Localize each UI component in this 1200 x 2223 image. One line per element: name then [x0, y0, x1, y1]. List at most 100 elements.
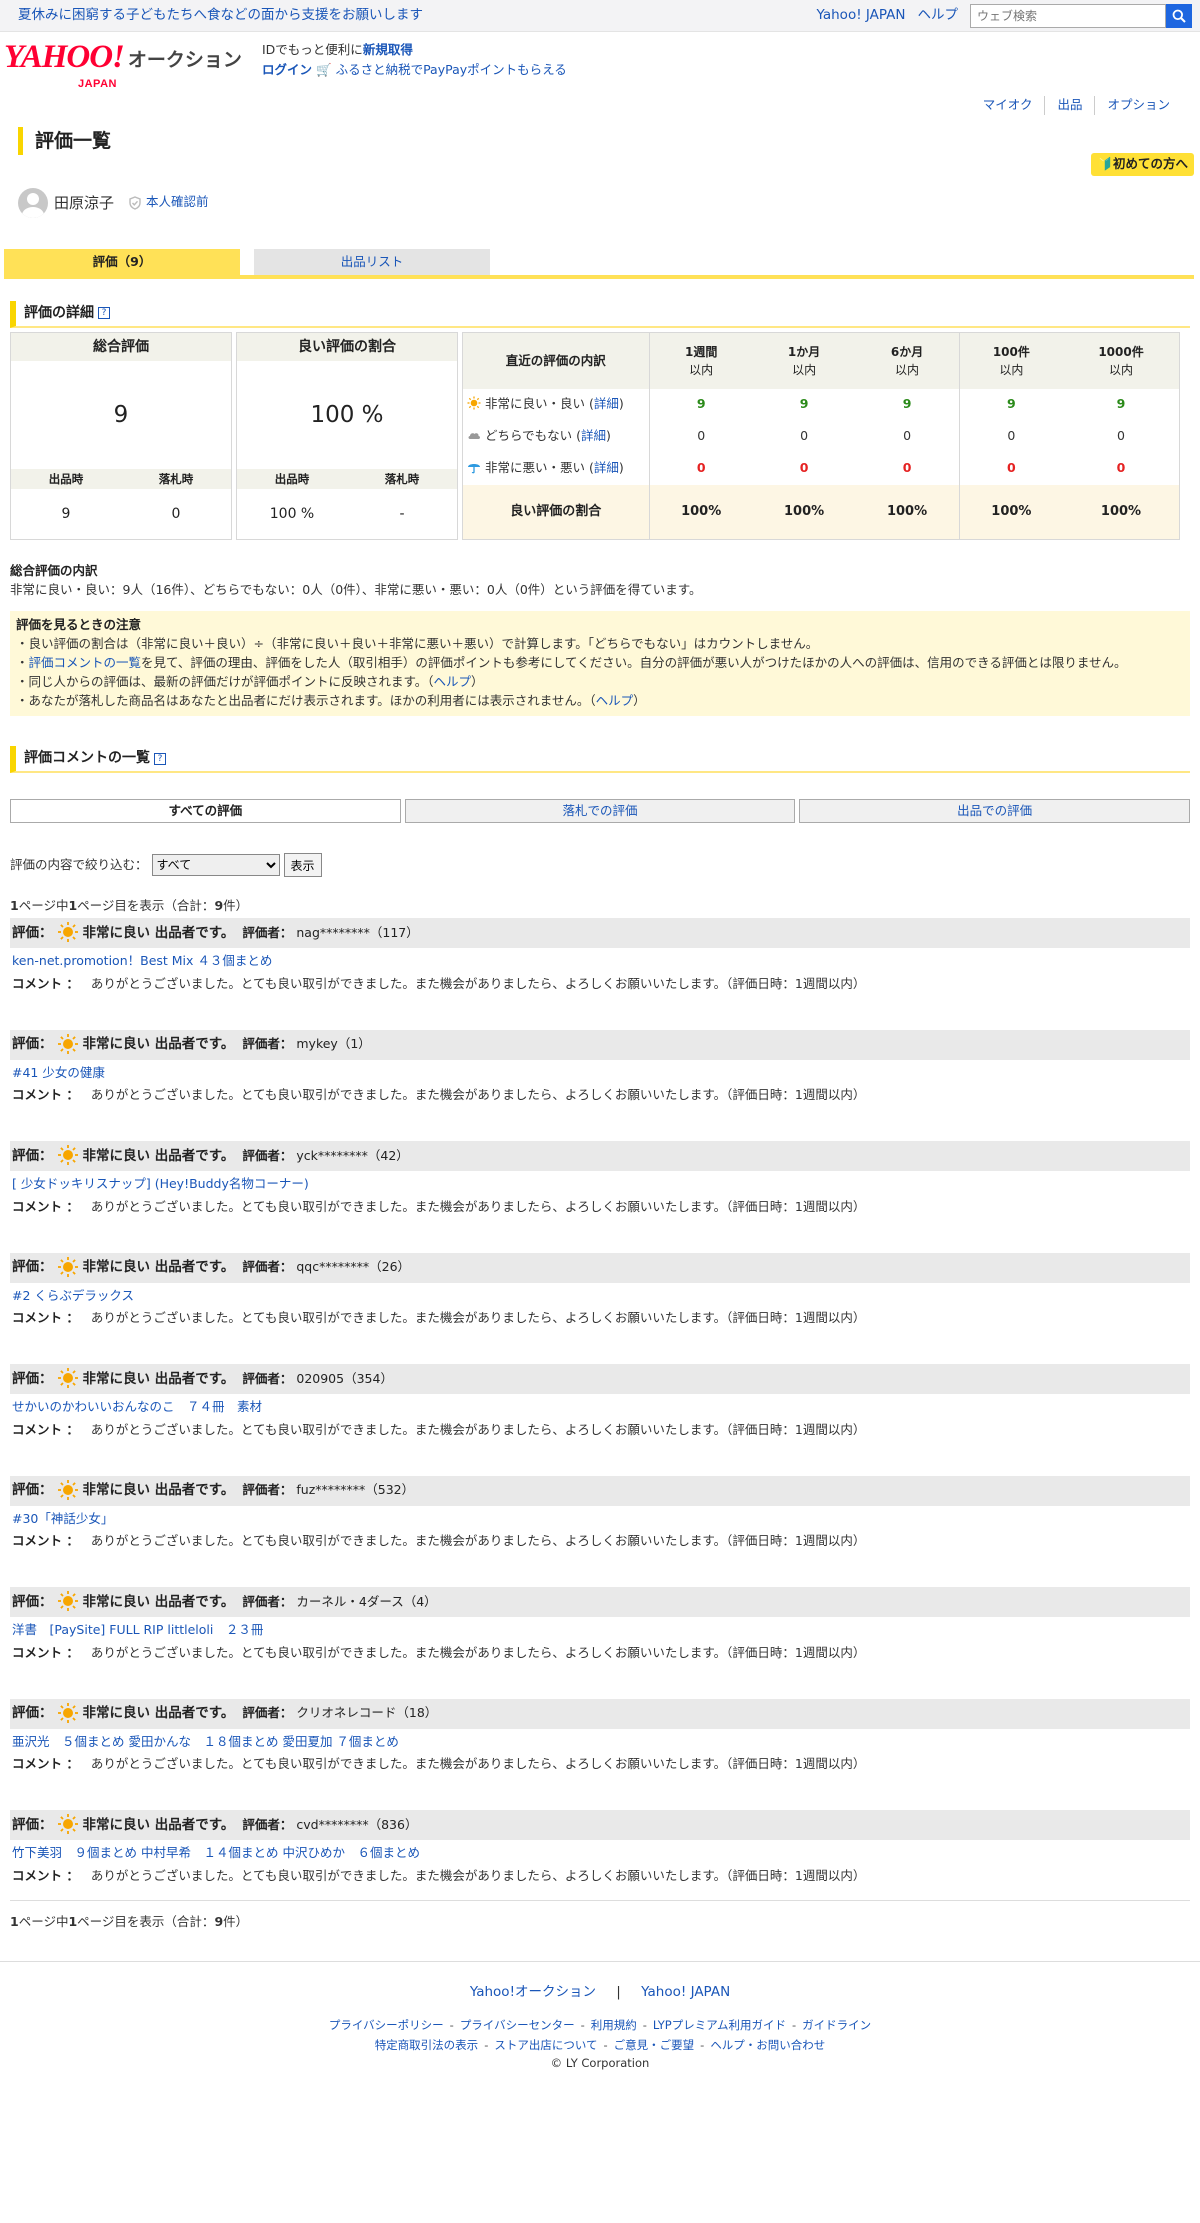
- item-link[interactable]: 亜沢光 ５個まとめ 愛田かんな １８個まとめ 愛田夏加 ７個まとめ: [12, 1734, 399, 1749]
- total-sub-head: 出品時: [48, 471, 84, 486]
- footer-link[interactable]: 特定商取引法の表示: [375, 2038, 479, 2052]
- page-info-part: ページ中: [18, 1913, 69, 1929]
- item-link[interactable]: せかいのかわいいおんなのこ ７４冊 素材: [12, 1399, 262, 1414]
- item-link[interactable]: [ 少女ドッキリスナップ] (Hey!Buddy名物コーナー): [12, 1176, 309, 1191]
- comment-label-text: コメント: [12, 1421, 63, 1437]
- item-link[interactable]: 竹下美羽 ９個まとめ 中村早希 １４個まとめ 中沢ひめか ６個まとめ: [12, 1845, 420, 1860]
- rater-name[interactable]: fuz********（532）: [296, 1482, 414, 1497]
- footer-link[interactable]: ガイドライン: [802, 2018, 871, 2032]
- footer-link-sep: -: [484, 2037, 489, 2052]
- footer-link[interactable]: 利用規約: [591, 2018, 637, 2032]
- narrow-select[interactable]: すべて: [151, 854, 280, 877]
- subnav-sell[interactable]: 出品: [1044, 96, 1094, 115]
- footer-link[interactable]: プライバシーポリシー: [329, 2018, 444, 2032]
- period-sub: 以内: [689, 362, 714, 377]
- rater-label: 評価者：: [242, 1370, 293, 1386]
- note-line: ・良い評価の割合は（非常に良い＋良い）÷（非常に良い＋良い＋非常に悪い＋悪い）で…: [16, 636, 819, 652]
- rater-name[interactable]: クリオネレコード（18）: [296, 1705, 437, 1720]
- footer-link[interactable]: ご意見・ご要望: [614, 2038, 695, 2052]
- help-icon[interactable]: ?: [154, 752, 166, 765]
- promo-link[interactable]: 夏休みに困窮する子どもたちへ食などの面から支援をお願いします: [18, 5, 423, 25]
- help-link[interactable]: ヘルプ: [434, 674, 472, 689]
- row-neutral-label: どちらでもない (詳細): [463, 421, 649, 453]
- rater-name[interactable]: mykey（1）: [296, 1036, 370, 1051]
- login-link[interactable]: ログイン: [262, 62, 312, 77]
- page-info-part: ページ中: [18, 898, 69, 914]
- help-link[interactable]: ヘルプ: [918, 5, 959, 25]
- item-link[interactable]: 洋書 [PaySite] FULL RIP littleloli ２３冊: [12, 1622, 263, 1637]
- comment-label: コメント ：: [12, 1310, 79, 1325]
- footer-yahoo-link[interactable]: Yahoo! JAPAN: [641, 1984, 730, 2000]
- help-icon[interactable]: ?: [98, 307, 110, 320]
- row-label: どちらでもない: [484, 428, 573, 444]
- furusato-link[interactable]: ふるさと納税でPayPayポイントもらえる: [336, 62, 567, 77]
- yahoo-japan-link[interactable]: Yahoo! JAPAN: [816, 5, 905, 25]
- help-link[interactable]: ヘルプ: [596, 693, 634, 708]
- filter-all[interactable]: すべての評価: [10, 799, 401, 824]
- id-box: IDでもっと便利に新規取得 ログイン 🛒 ふるさと納税でPayPayポイントもら…: [262, 40, 567, 80]
- comment-list-link[interactable]: 評価コメントの一覧: [29, 655, 142, 670]
- umbrella-icon: [468, 464, 480, 474]
- review-comment: コメント ： ありがとうございました。とても良い取引ができました。また機会がありま…: [10, 1532, 1190, 1551]
- filter-sold[interactable]: 出品での評価: [799, 799, 1191, 824]
- rater: 評価者： yck********（42）: [242, 1147, 408, 1166]
- search-button[interactable]: [1166, 3, 1192, 28]
- verify-link[interactable]: 本人確認前: [146, 193, 209, 212]
- cloud-icon: [468, 433, 480, 440]
- comment-colon: ：: [66, 1198, 79, 1214]
- sun-icon: [467, 396, 481, 410]
- period-head: 6か月 以内: [855, 332, 960, 389]
- item-link[interactable]: #30「神話少女」: [12, 1511, 113, 1526]
- rating-icon: [57, 1033, 79, 1056]
- rating-icon: [57, 1367, 79, 1390]
- rater-name[interactable]: cvd********（836）: [296, 1817, 417, 1832]
- rating-label: 評価：: [12, 1593, 53, 1610]
- total-breakdown: 総合評価の内訳 非常に良い・良い：9人（16件）、どちらでもない：0人（0件）、…: [0, 562, 1200, 600]
- count-cell: 0: [648, 420, 753, 453]
- footer-link[interactable]: ヘルプ・お問い合わせ: [710, 2038, 825, 2052]
- footer-link[interactable]: ストア出店について: [494, 2038, 597, 2052]
- beginner-button[interactable]: 🔰初めての方へ: [1091, 152, 1194, 176]
- show-button[interactable]: 表示: [283, 853, 322, 878]
- item-link[interactable]: ken-net.promotion！Best Mix ４３個まとめ: [12, 953, 272, 968]
- footer-auction-link[interactable]: Yahoo!オークション: [470, 1984, 596, 2000]
- footer-link[interactable]: プライバシーセンター: [460, 2018, 575, 2032]
- filter-won[interactable]: 落札での評価: [404, 799, 796, 824]
- new-id-link[interactable]: 新規取得: [363, 42, 413, 57]
- rater-name[interactable]: 020905（354）: [296, 1371, 393, 1386]
- comment-text: ありがとうございました。とても良い取引ができました。また機会がありましたら、よろ…: [90, 1644, 866, 1660]
- subnav-options[interactable]: オプション: [1094, 96, 1182, 115]
- rater-name[interactable]: nag********（117）: [296, 925, 418, 940]
- detail-link[interactable]: 詳細: [594, 460, 619, 475]
- item-link[interactable]: #41 少女の健康: [12, 1065, 105, 1080]
- period-top: 1000件: [1098, 344, 1144, 359]
- review-item: 評価： 非常に良い 出品者です。 評価者： cvd********（836） 竹下美羽 …: [10, 1810, 1190, 1886]
- comment-label-text: コメント: [12, 1533, 63, 1549]
- footer-link-sep: -: [603, 2037, 608, 2052]
- footer-link-sep: -: [791, 2017, 797, 2032]
- page-info-part: ページ目を表示（合計：: [77, 898, 215, 914]
- detail-link[interactable]: 詳細: [581, 428, 606, 443]
- tab-listings[interactable]: 出品リスト: [254, 248, 490, 275]
- rating-icon: [57, 1590, 79, 1613]
- rater-name[interactable]: カーネル・4ダース（4）: [296, 1594, 436, 1609]
- footer: Yahoo!オークション | Yahoo! JAPAN プライバシーポリシー - プ…: [0, 1961, 1200, 2072]
- sun-icon: [57, 1145, 78, 1166]
- search-input[interactable]: [970, 3, 1166, 28]
- rater-name[interactable]: yck********（42）: [296, 1148, 408, 1163]
- yahoo-auction-logo[interactable]: YAHOO! JAPAN オークション: [4, 40, 1200, 90]
- comment-text: ありがとうございました。とても良い取引ができました。また機会がありましたら、よろ…: [90, 975, 866, 991]
- comment-text: ありがとうございました。とても良い取引ができました。また機会がありましたら、よろ…: [90, 1087, 866, 1103]
- subnav-myauction[interactable]: マイオク: [971, 96, 1045, 115]
- tab-ratings[interactable]: 評価（9）: [4, 248, 240, 275]
- rater-name[interactable]: qqc********（26）: [296, 1259, 410, 1274]
- review-header: 評価： 非常に良い 出品者です。 評価者： fuz********（532）: [10, 1475, 1190, 1506]
- tab-underline: [4, 274, 1194, 279]
- footer-main-links: Yahoo!オークション | Yahoo! JAPAN: [0, 1982, 1200, 2002]
- copyright: © LY Corporation: [550, 2055, 650, 2070]
- footer-link[interactable]: LYPプレミアム利用ガイド: [653, 2018, 786, 2032]
- review-item: 評価： 非常に良い 出品者です。 評価者： yck********（42） [ 少女ドッ…: [10, 1141, 1190, 1217]
- detail-link[interactable]: 詳細: [594, 396, 619, 411]
- comment-text: ありがとうございました。とても良い取引ができました。また機会がありましたら、よろ…: [90, 1756, 866, 1772]
- item-link[interactable]: #2 くらぶデラックス: [12, 1288, 134, 1303]
